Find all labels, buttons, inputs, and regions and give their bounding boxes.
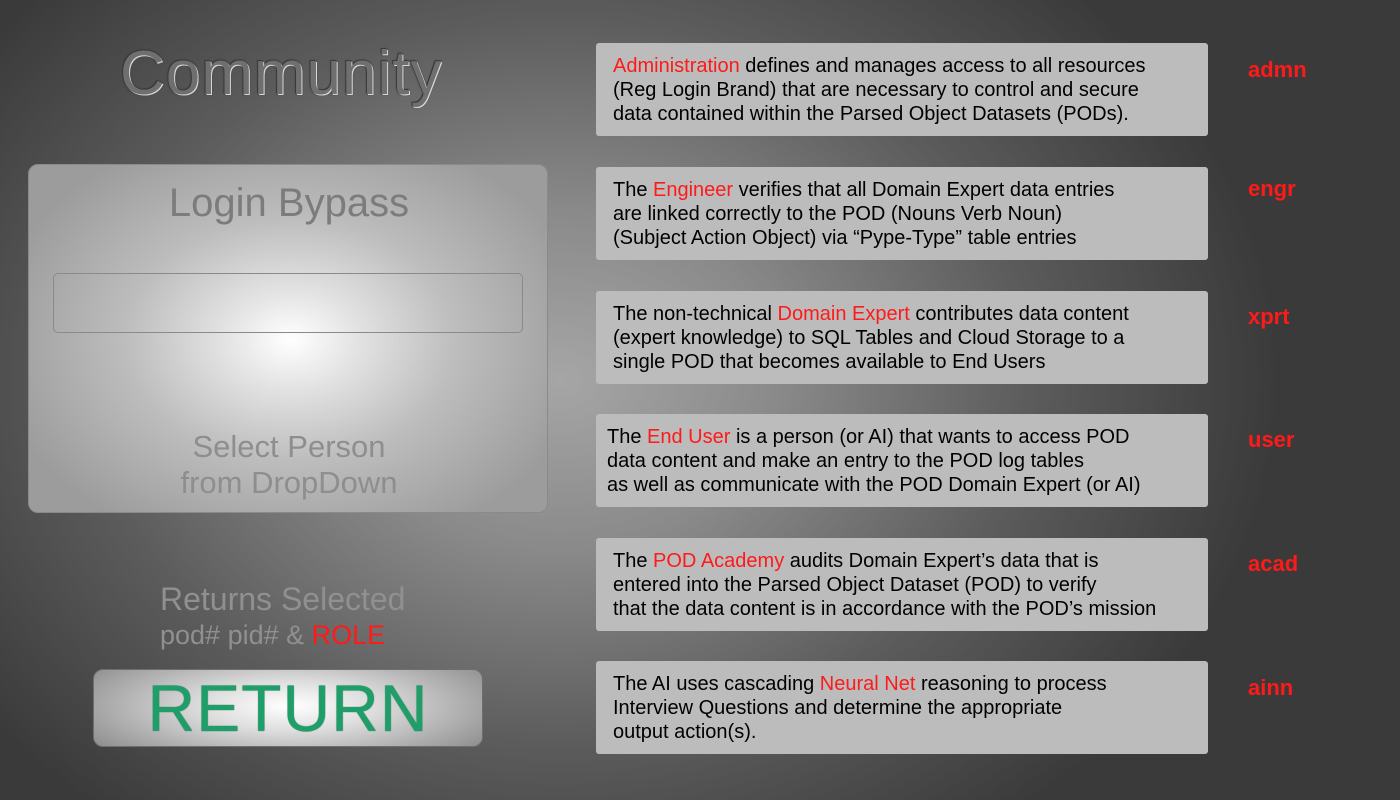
role-card-text: (Reg Login Brand) that are necessary to … xyxy=(613,79,1139,101)
role-card-text: Interview Questions and determine the ap… xyxy=(613,697,1063,719)
select-person-hint: Select Person from DropDown xyxy=(29,429,549,501)
role-card-text: contributes data content xyxy=(909,303,1129,325)
role-name-highlight: Engineer xyxy=(653,179,734,201)
role-card-line: (Reg Login Brand) that are necessary to … xyxy=(613,78,1198,102)
role-card-text: defines and manages access to all resour… xyxy=(739,55,1146,77)
role-name-highlight: Neural Net xyxy=(819,673,916,695)
returns-selected-label: Returns Selected xyxy=(160,581,406,617)
role-card-line: single POD that becomes available to End… xyxy=(613,350,1198,374)
role-card-line: The non-technical Domain Expert contribu… xyxy=(613,302,1198,326)
role-card-ainn: The AI uses cascading Neural Net reasoni… xyxy=(596,661,1208,754)
role-card-line: Interview Questions and determine the ap… xyxy=(613,696,1198,720)
role-card-line: are linked correctly to the POD (Nouns V… xyxy=(613,202,1198,226)
role-card-text: reasoning to process xyxy=(915,673,1107,695)
role-card-line: Administration defines and manages acces… xyxy=(613,54,1198,78)
role-card-line: data contained within the Parsed Object … xyxy=(613,102,1198,126)
select-person-hint-line1: Select Person xyxy=(192,429,386,464)
role-card-text: The xyxy=(613,179,654,201)
role-card-text: verifies that all Domain Expert data ent… xyxy=(733,179,1115,201)
role-card-line: The POD Academy audits Domain Expert’s d… xyxy=(613,549,1198,573)
returns-fields-label: pod# pid# & ROLE xyxy=(160,618,405,652)
role-card-text: output action(s). xyxy=(613,721,757,743)
role-card-line: entered into the Parsed Object Dataset (… xyxy=(613,573,1198,597)
role-card-line: The Engineer verifies that all Domain Ex… xyxy=(613,178,1198,202)
role-code-engr: engr xyxy=(1248,176,1296,201)
role-card-text: The non-technical xyxy=(613,303,778,325)
role-card-text: data contained within the Parsed Object … xyxy=(613,103,1129,125)
returns-description: Returns Selected pod# pid# & ROLE xyxy=(160,580,405,652)
role-card-line: that the data content is in accordance w… xyxy=(613,597,1198,621)
login-bypass-heading: Login Bypass xyxy=(168,181,410,225)
role-card-xprt: The non-technical Domain Expert contribu… xyxy=(596,291,1208,384)
role-name-highlight: End User xyxy=(647,426,731,448)
role-card-text: The xyxy=(613,550,654,572)
role-card-text: (expert knowledge) to SQL Tables and Clo… xyxy=(613,327,1125,349)
role-name-highlight: Domain Expert xyxy=(777,303,910,325)
role-card-line: The AI uses cascading Neural Net reasoni… xyxy=(613,672,1198,696)
returns-fields-prefix: pod# pid# & xyxy=(160,620,312,650)
role-code-user: user xyxy=(1248,427,1295,452)
login-bypass-panel: Login Bypass Select Person from DropDown xyxy=(28,164,548,513)
role-code-ainn: ainn xyxy=(1248,675,1294,700)
role-code-xprt: xprt xyxy=(1248,304,1290,329)
role-name-highlight: Administration xyxy=(613,55,740,77)
role-card-text: The AI uses cascading xyxy=(613,673,820,695)
role-card-admn: Administration defines and manages acces… xyxy=(596,43,1208,136)
returns-role-label: ROLE xyxy=(311,620,386,650)
role-code-admn: admn xyxy=(1248,57,1307,82)
role-card-line: (expert knowledge) to SQL Tables and Clo… xyxy=(613,326,1198,350)
select-person-hint-line2: from DropDown xyxy=(180,465,398,500)
role-card-text: (Subject Action Object) via “Pype-Type” … xyxy=(613,227,1077,249)
role-card-text: data content and make an entry to the PO… xyxy=(607,450,1084,472)
person-dropdown[interactable] xyxy=(53,273,523,333)
role-card-text: as well as communicate with the POD Doma… xyxy=(607,474,1141,496)
role-card-text: audits Domain Expert’s data that is xyxy=(784,550,1099,572)
role-name-highlight: POD Academy xyxy=(653,550,785,572)
role-card-text: entered into the Parsed Object Dataset (… xyxy=(613,574,1097,596)
role-code-acad: acad xyxy=(1248,551,1299,576)
role-card-text: single POD that becomes available to End… xyxy=(613,351,1046,373)
role-card-line: output action(s). xyxy=(613,720,1198,744)
role-card-acad: The POD Academy audits Domain Expert’s d… xyxy=(596,538,1208,631)
role-card-line: The End User is a person (or AI) that wa… xyxy=(607,425,1198,449)
role-card-line: (Subject Action Object) via “Pype-Type” … xyxy=(613,226,1198,250)
role-card-user: The End User is a person (or AI) that wa… xyxy=(596,414,1208,507)
role-card-text: that the data content is in accordance w… xyxy=(613,598,1157,620)
page-title: Community xyxy=(120,39,443,108)
role-card-engr: The Engineer verifies that all Domain Ex… xyxy=(596,167,1208,260)
role-card-text: are linked correctly to the POD (Nouns V… xyxy=(613,203,1063,225)
return-button[interactable]: RETURN xyxy=(93,669,483,747)
role-card-text: is a person (or AI) that wants to access… xyxy=(730,426,1130,448)
role-card-line: data content and make an entry to the PO… xyxy=(607,449,1198,473)
role-card-line: as well as communicate with the POD Doma… xyxy=(607,473,1198,497)
role-card-text: The xyxy=(607,426,648,448)
